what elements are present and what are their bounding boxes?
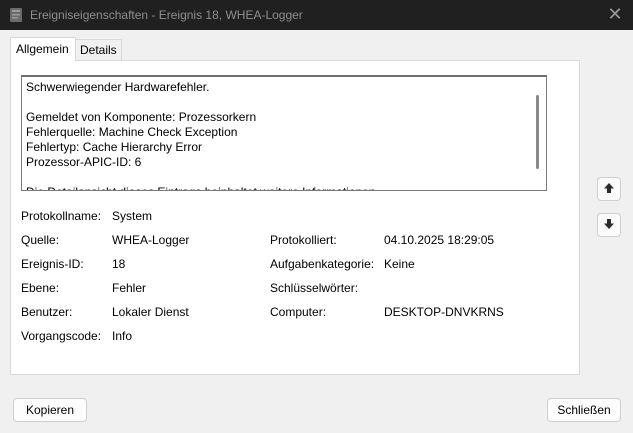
event-description-text: Schwerwiegender Hardwarefehler. Gemeldet… <box>26 80 526 190</box>
close-button[interactable]: Schließen <box>547 398 621 422</box>
description-line: Die Detailansicht dieses Eintrags beinha… <box>26 185 526 190</box>
label-ereignis-id: Ereignis-ID: <box>21 257 84 271</box>
value-protokollname: System <box>112 209 153 223</box>
value-computer: DESKTOP-DNVKRNS <box>384 305 504 319</box>
value-quelle: WHEA-Logger <box>112 233 190 247</box>
window-close-button[interactable]: ✕ <box>600 2 630 28</box>
value-vorgangscode: Info <box>112 329 133 343</box>
tab-details[interactable]: Details <box>76 39 122 61</box>
description-line: Gemeldet von Komponente: Prozessorkern <box>26 110 257 124</box>
description-line: Schwerwiegender Hardwarefehler. <box>26 80 210 94</box>
window-title: Ereigniseigenschaften - Ereignis 18, WHE… <box>30 8 303 22</box>
tab-allgemein[interactable]: Allgemein <box>10 37 76 61</box>
label-benutzer: Benutzer: <box>21 305 73 319</box>
arrow-down-icon <box>603 218 615 233</box>
label-protokolliert: Protokolliert: <box>270 233 337 247</box>
label-protokollname: Protokollname: <box>21 209 102 223</box>
label-schluesselwoerter: Schlüsselwörter: <box>270 281 359 295</box>
label-quelle: Quelle: <box>21 233 60 247</box>
copy-button[interactable]: Kopieren <box>13 398 87 422</box>
label-ebene: Ebene: <box>21 281 60 295</box>
description-line <box>26 170 526 185</box>
next-event-button[interactable] <box>597 213 621 237</box>
label-computer: Computer: <box>270 305 327 319</box>
event-properties-window: Ereigniseigenschaften - Ereignis 18, WHE… <box>0 0 633 433</box>
value-benutzer: Lokaler Dienst <box>112 305 189 319</box>
arrow-up-icon <box>603 182 615 197</box>
label-vorgangscode: Vorgangscode: <box>21 329 102 343</box>
title-bar: Ereigniseigenschaften - Ereignis 18, WHE… <box>0 0 633 30</box>
description-scrollbar[interactable] <box>536 95 539 169</box>
description-line: Prozessor-APIC-ID: 6 <box>26 155 142 169</box>
description-line: Fehlertyp: Cache Hierarchy Error <box>26 140 203 154</box>
value-aufgabenkategorie: Keine <box>384 257 415 271</box>
close-icon: ✕ <box>607 4 623 24</box>
event-description-box[interactable]: Schwerwiegender Hardwarefehler. Gemeldet… <box>21 75 547 191</box>
description-line: Fehlerquelle: Machine Check Exception <box>26 125 238 139</box>
value-protokolliert: 04.10.2025 18:29:05 <box>384 233 495 247</box>
label-aufgabenkategorie: Aufgabenkategorie: <box>270 257 375 271</box>
description-line <box>26 95 526 110</box>
value-ebene: Fehler <box>112 281 147 295</box>
previous-event-button[interactable] <box>597 177 621 201</box>
event-viewer-icon <box>8 7 24 23</box>
value-ereignis-id: 18 <box>112 257 126 271</box>
